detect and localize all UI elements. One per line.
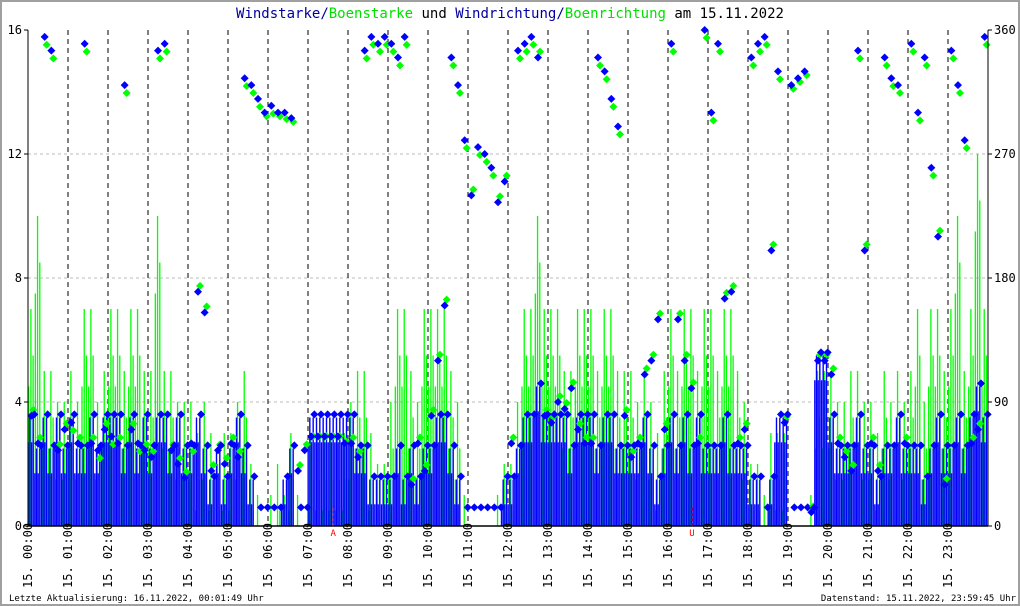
- x-tick-label: 15. 04:00: [181, 523, 195, 588]
- footer-data-timestamp: Datenstand: 15.11.2022, 23:59:45 Uhr: [821, 594, 1017, 604]
- title-part: Boenrichtung: [565, 6, 666, 22]
- x-tick-label: 15. 08:00: [341, 523, 355, 588]
- x-tick-label: 15. 18:00: [741, 523, 755, 588]
- title-part: am 15.11.2022: [666, 6, 784, 22]
- title-part: Windstarke: [236, 6, 320, 22]
- x-tick-label: 15. 11:00: [461, 523, 475, 588]
- title-part: /: [320, 6, 328, 22]
- x-tick-label: 15. 03:00: [141, 523, 155, 588]
- footer-last-update: Letzte Aktualisierung: 16.11.2022, 00:01…: [9, 594, 264, 604]
- title-part: Windrichtung: [455, 6, 556, 22]
- y-left-tick-label: 8: [15, 271, 22, 285]
- x-tick-label: 15. 20:00: [821, 523, 835, 588]
- x-tick-label: 15. 07:00: [301, 523, 315, 588]
- x-tick-label: 15. 10:00: [421, 523, 435, 588]
- x-tick-label: 15. 23:00: [941, 523, 955, 588]
- y-right-tick-label: 180: [994, 271, 1016, 285]
- x-tick-label: 15. 09:00: [381, 523, 395, 588]
- title-part: und: [413, 6, 455, 22]
- y-left-tick-label: 4: [15, 395, 22, 409]
- x-tick-label: 15. 14:00: [581, 523, 595, 588]
- x-tick-label: 15. 01:00: [61, 523, 75, 588]
- x-tick-label: 15. 02:00: [101, 523, 115, 588]
- x-tick-label: 15. 12:00: [501, 523, 515, 588]
- title-part: /: [556, 6, 564, 22]
- event-marker-label: A: [330, 529, 336, 539]
- y-left-tick-label: 16: [8, 23, 22, 37]
- x-tick-label: 15. 06:00: [261, 523, 275, 588]
- x-tick-label: 15. 22:00: [901, 523, 915, 588]
- y-right-tick-label: 0: [994, 519, 1001, 533]
- x-tick-label: 15. 19:00: [781, 523, 795, 588]
- x-tick-label: 15. 16:00: [661, 523, 675, 588]
- y-left-tick-label: 12: [8, 147, 22, 161]
- chart-title: Windstarke/Boenstarke und Windrichtung/B…: [236, 6, 784, 22]
- event-marker-label: U: [689, 529, 694, 539]
- x-tick-label: 15. 13:00: [541, 523, 555, 588]
- x-tick-label: 15. 21:00: [861, 523, 875, 588]
- x-tick-label: 15. 05:00: [221, 523, 235, 588]
- x-tick-label: 15. 15:00: [621, 523, 635, 588]
- y-right-tick-label: 270: [994, 147, 1016, 161]
- wind-chart: Windstarke/Boenstarke und Windrichtung/B…: [0, 0, 1020, 606]
- y-right-tick-label: 90: [994, 395, 1008, 409]
- x-tick-label: 15. 17:00: [701, 523, 715, 588]
- x-tick-label: 15. 00:00: [21, 523, 35, 588]
- title-part: Boenstarke: [329, 6, 413, 22]
- y-right-tick-label: 360: [994, 23, 1016, 37]
